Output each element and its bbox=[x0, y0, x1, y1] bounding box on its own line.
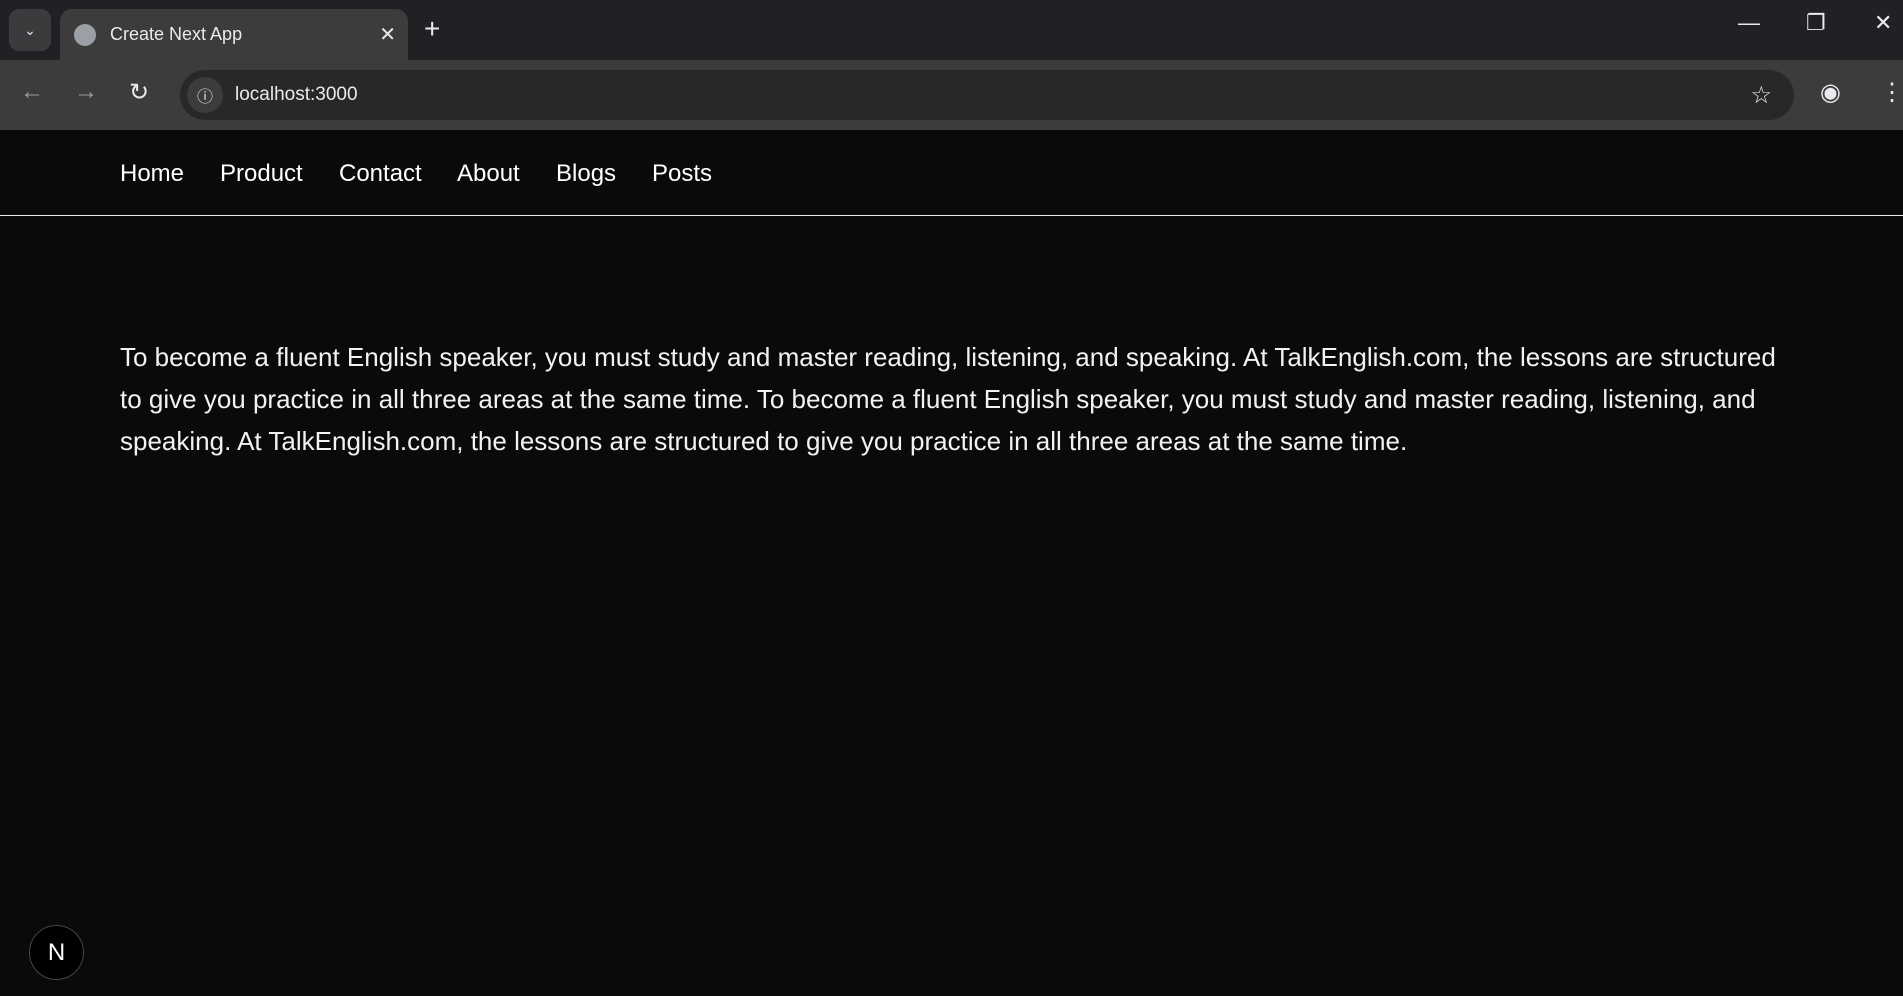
main-paragraph: To become a fluent English speaker, you … bbox=[120, 342, 1776, 456]
tab-search-button[interactable]: ⌄ bbox=[9, 9, 51, 51]
reload-button[interactable]: ↻ bbox=[129, 78, 149, 107]
forward-button[interactable]: → bbox=[74, 78, 98, 106]
url-text[interactable]: localhost:3000 bbox=[235, 84, 358, 106]
nav-product[interactable]: Product bbox=[220, 160, 303, 188]
back-button[interactable]: ← bbox=[20, 78, 44, 106]
globe-icon bbox=[74, 23, 96, 46]
new-tab-button[interactable]: + bbox=[424, 13, 440, 45]
profile-icon[interactable]: ◉ bbox=[1820, 78, 1841, 107]
tab-strip: ⌄ Create Next App ✕ + — ❐ ✕ bbox=[0, 0, 1903, 60]
nav-contact[interactable]: Contact bbox=[339, 160, 422, 188]
bookmark-star-icon[interactable]: ☆ bbox=[1750, 81, 1772, 110]
nav-blogs[interactable]: Blogs bbox=[556, 160, 616, 188]
browser-toolbar: ← → ↻ ⓘ localhost:3000 ☆ ◉ ⋮ bbox=[0, 60, 1903, 130]
tab-title: Create Next App bbox=[110, 24, 243, 44]
close-window-button[interactable]: ✕ bbox=[1874, 10, 1892, 36]
site-info-icon[interactable]: ⓘ bbox=[187, 77, 223, 113]
nav-home[interactable]: Home bbox=[120, 160, 184, 188]
chevron-down-icon: ⌄ bbox=[24, 21, 36, 38]
minimize-button[interactable]: — bbox=[1738, 10, 1760, 36]
menu-icon[interactable]: ⋮ bbox=[1880, 78, 1903, 107]
nextjs-devtools-button[interactable]: N bbox=[29, 925, 84, 980]
nav-posts[interactable]: Posts bbox=[652, 160, 712, 188]
browser-tab[interactable]: Create Next App ✕ bbox=[60, 9, 408, 60]
site-nav: Home Product Contact About Blogs Posts bbox=[0, 130, 1903, 216]
restore-button[interactable]: ❐ bbox=[1806, 10, 1826, 36]
close-tab-icon[interactable]: ✕ bbox=[379, 22, 396, 47]
address-bar[interactable]: ⓘ localhost:3000 ☆ bbox=[180, 70, 1794, 120]
nav-about[interactable]: About bbox=[457, 160, 520, 188]
